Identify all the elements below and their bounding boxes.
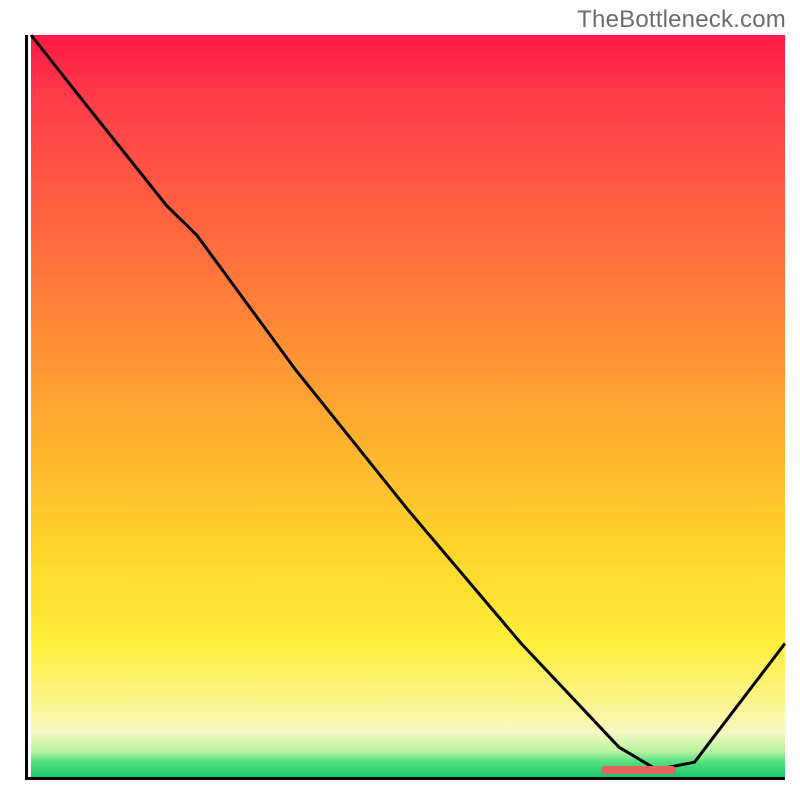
plot-area [25,35,785,780]
watermark-text: TheBottleneck.com [577,6,786,34]
chart-container: TheBottleneck.com [0,0,800,800]
optimal-point-marker [601,766,676,774]
line-plot [31,35,785,777]
bottleneck-curve [31,35,785,770]
